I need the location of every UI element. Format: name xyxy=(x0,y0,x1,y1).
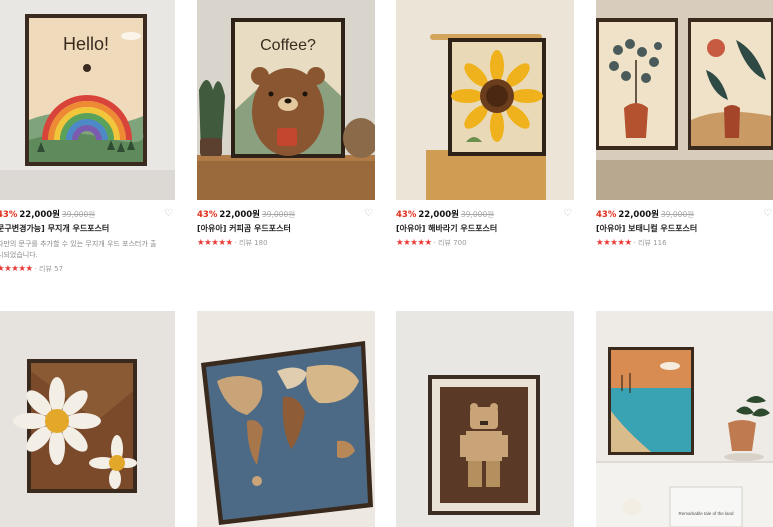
price-row: 43%22,000원39,000원 xyxy=(596,208,694,222)
heart-outline-icon[interactable]: ♡ xyxy=(563,208,572,220)
product-image-world-map[interactable] xyxy=(197,311,375,527)
price-row: 43%22,000원39,000원 xyxy=(197,208,295,222)
rating: ★★★★★ · 리뷰 57 xyxy=(0,264,63,274)
heart-outline-icon[interactable]: ♡ xyxy=(364,208,373,220)
price-row: 43%22,000원39,000원 xyxy=(0,208,95,222)
coffee-poster-text: Coffee? xyxy=(260,37,316,54)
rating: ★★★★★ · 리뷰 700 xyxy=(396,238,467,248)
rating: ★★★★★ · 리뷰 180 xyxy=(197,238,268,248)
rating-stars: ★★★★★ xyxy=(396,238,432,248)
rating: ★★★★★ · 리뷰 116 xyxy=(596,238,667,248)
price-row: 43%22,000원39,000원 xyxy=(396,208,494,222)
review-count[interactable]: · 리뷰 700 xyxy=(434,239,467,247)
heart-outline-icon[interactable]: ♡ xyxy=(164,208,173,220)
product-image-sunflower[interactable] xyxy=(396,0,574,200)
product-title[interactable]: [아유아] 커피곰 우드포스터 xyxy=(197,223,291,234)
review-count[interactable]: · 리뷰 116 xyxy=(634,239,667,247)
review-count[interactable]: · 리뷰 57 xyxy=(35,265,63,273)
sale-price: 22,000원 xyxy=(418,210,459,220)
rating-stars: ★★★★★ xyxy=(596,238,632,248)
original-price: 39,000원 xyxy=(660,210,695,219)
product-title[interactable]: [아유아] 보태니컬 우드포스터 xyxy=(596,223,697,234)
sale-price: 22,000원 xyxy=(19,210,60,220)
discount-rate: 43% xyxy=(596,210,617,220)
original-price: 39,000원 xyxy=(261,210,296,219)
sale-price: 22,000원 xyxy=(219,210,260,220)
heart-outline-icon[interactable]: ♡ xyxy=(763,208,772,220)
product-image-daisy[interactable] xyxy=(0,311,175,527)
discount-rate: 43% xyxy=(197,210,218,220)
rating-stars: ★★★★★ xyxy=(197,238,233,248)
original-price: 39,000원 xyxy=(460,210,495,219)
review-count[interactable]: · 리뷰 180 xyxy=(235,239,268,247)
product-image-lego-bear[interactable] xyxy=(396,311,574,527)
product-title[interactable]: 문구변경가능] 무지개 우드포스터 xyxy=(0,223,109,234)
hello-poster-text: Hello! xyxy=(63,34,109,54)
product-image-hello[interactable]: Hello! xyxy=(0,0,175,200)
product-image-coffee[interactable]: Coffee? xyxy=(197,0,375,200)
product-image-beach[interactable]: Remarkable tale of the land xyxy=(596,311,773,527)
discount-rate: 43% xyxy=(396,210,417,220)
book-title-text: Remarkable tale of the land xyxy=(678,511,734,516)
rating-stars: ★★★★★ xyxy=(0,264,33,274)
product-image-botanical[interactable] xyxy=(596,0,773,200)
original-price: 39,000원 xyxy=(61,210,96,219)
sale-price: 22,000원 xyxy=(618,210,659,220)
discount-rate: 43% xyxy=(0,210,18,220)
product-description: 자만의 문구를 추가할 수 있는 무지개 우드 포스터가 출 시되었습니다. xyxy=(0,240,157,259)
product-title[interactable]: [아유아] 해바라기 우드포스터 xyxy=(396,223,497,234)
